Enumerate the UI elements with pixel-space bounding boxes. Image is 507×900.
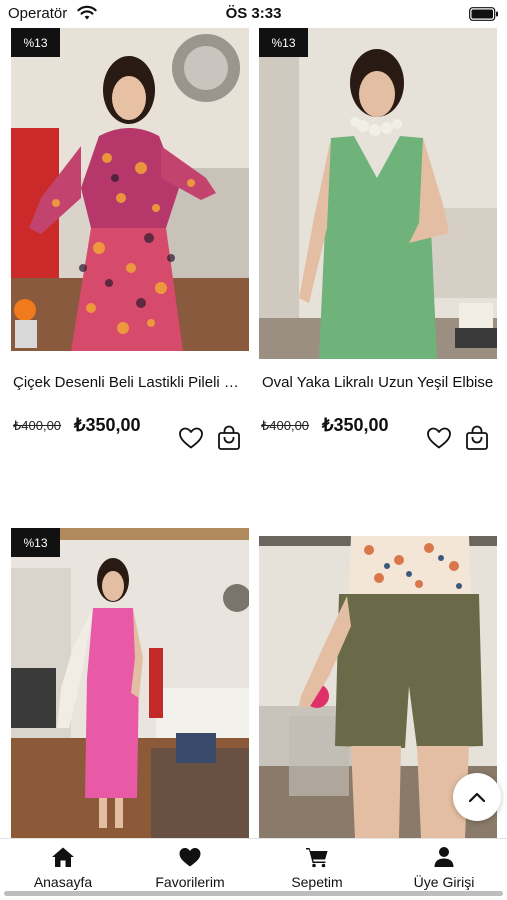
tab-label: Anasayfa (33, 874, 93, 890)
discount-badge: %13 (259, 28, 308, 57)
battery-icon (469, 7, 498, 21)
home-indicator (4, 891, 503, 896)
user-icon (434, 847, 454, 867)
status-bar: Operatör ÖS 3:33 (0, 0, 507, 28)
dress-photo-green (259, 28, 497, 359)
heart-filled-icon (179, 848, 201, 867)
old-price: ₺400,00 (13, 418, 62, 433)
product-title[interactable]: Oval Yaka Likralı Uzun Yeşil Elbise (262, 374, 500, 391)
tab-label: Üye Girişi (413, 874, 475, 890)
dress-photo-pink (11, 528, 249, 838)
heart-outline-icon[interactable] (425, 424, 453, 452)
old-price: ₺400,00 (261, 418, 310, 433)
discount-badge: %13 (11, 528, 60, 557)
tab-account[interactable]: Üye Girişi (381, 839, 507, 895)
home-icon (52, 847, 74, 867)
heart-outline-icon[interactable] (177, 424, 205, 452)
scroll-to-top-button[interactable] (453, 773, 501, 821)
status-time: ÖS 3:33 (225, 5, 282, 22)
tab-home[interactable]: Anasayfa (0, 839, 126, 895)
shopping-bag-icon[interactable] (463, 424, 491, 452)
product-title[interactable]: Çiçek Desenli Beli Lastikli Pileli Elbis… (13, 374, 245, 391)
product-image[interactable]: %13 (11, 28, 249, 351)
tab-cart[interactable]: Sepetim (254, 839, 380, 895)
discount-badge: %13 (11, 28, 60, 57)
tab-label: Favorilerim (155, 874, 225, 890)
cart-icon (306, 848, 328, 868)
dress-photo-floral (11, 28, 249, 351)
chevron-up-icon (468, 792, 486, 803)
tab-favorites[interactable]: Favorilerim (127, 839, 253, 895)
price: ₺350,00 (322, 415, 389, 435)
tab-label: Sepetim (291, 874, 343, 890)
price: ₺350,00 (74, 415, 141, 435)
shopping-bag-icon[interactable] (215, 424, 243, 452)
product-image[interactable]: %13 (11, 528, 249, 838)
product-image[interactable]: %13 (259, 28, 497, 359)
